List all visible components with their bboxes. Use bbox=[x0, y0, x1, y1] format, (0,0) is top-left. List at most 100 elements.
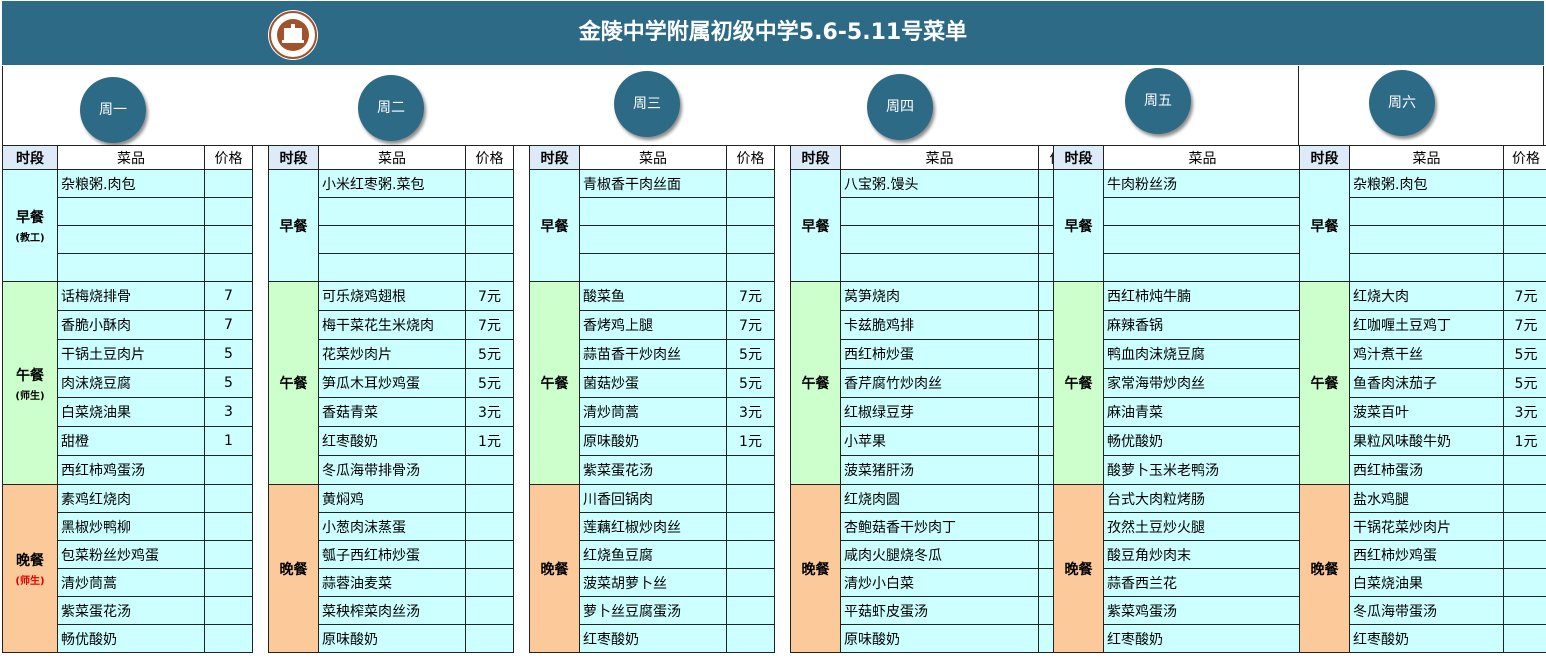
dish-cell: 紫菜蛋花汤 bbox=[579, 455, 727, 485]
dish-cell bbox=[57, 197, 205, 226]
menu-table-day-1: 时段 菜品 价格 早餐 (教工) 杂粮粥.肉包 午餐 (师生) 话梅烧排骨 7 香脆小酥肉 7 干锅土豆… bbox=[2, 145, 253, 653]
day-badge-thu: 周四 bbox=[867, 74, 933, 140]
price-cell: 3元 bbox=[465, 397, 514, 427]
dish-cell: 西红柿炒鸡蛋 bbox=[1349, 540, 1504, 569]
price-cell: 7元 bbox=[465, 310, 514, 340]
slot-lunch: 午餐 bbox=[1299, 281, 1350, 485]
dish-cell: 家常海带炒肉丝 bbox=[1103, 368, 1302, 398]
slot-sublabel: (师生) bbox=[15, 576, 45, 587]
price-cell: 7元 bbox=[726, 310, 775, 340]
price-cell bbox=[1503, 596, 1546, 625]
slot-dinner: 晚餐 (师生) bbox=[2, 484, 58, 653]
price-cell bbox=[465, 512, 514, 541]
dish-cell: 菜秧榨菜肉丝汤 bbox=[318, 596, 466, 625]
slot-breakfast: 早餐 bbox=[1299, 169, 1350, 282]
price-cell bbox=[1503, 568, 1546, 597]
dish-cell: 肉沫烧豆腐 bbox=[57, 368, 205, 398]
price-cell: 5元 bbox=[726, 339, 775, 369]
slot-lunch: 午餐 bbox=[529, 281, 580, 485]
slot-label: 晚餐 bbox=[801, 561, 830, 578]
dish-cell: 花菜炒肉片 bbox=[318, 339, 466, 369]
divider bbox=[2, 66, 3, 145]
dish-cell: 蒜香西兰花 bbox=[1103, 568, 1302, 597]
price-cell bbox=[204, 540, 253, 569]
price-cell: 5元 bbox=[1503, 339, 1546, 369]
column-header-slot: 时段 bbox=[790, 145, 841, 170]
slot-lunch: 午餐 bbox=[790, 281, 841, 485]
price-cell: 1元 bbox=[465, 426, 514, 456]
slot-lunch: 午餐 bbox=[268, 281, 319, 485]
dish-cell: 蒜蓉油麦菜 bbox=[318, 568, 466, 597]
dish-cell: 红枣酸奶 bbox=[1349, 624, 1504, 653]
slot-breakfast: 早餐 bbox=[268, 169, 319, 282]
dish-cell: 红烧大肉 bbox=[1349, 281, 1504, 311]
dish-cell: 西红柿炖牛腩 bbox=[1103, 281, 1302, 311]
dish-cell: 杂粮粥.肉包 bbox=[1349, 169, 1504, 198]
slot-dinner: 晚餐 bbox=[790, 484, 841, 653]
price-cell bbox=[204, 484, 253, 513]
dish-cell: 清炒茼蒿 bbox=[579, 397, 727, 427]
slot-label: 午餐 bbox=[1064, 376, 1093, 392]
column-header-dish: 菜品 bbox=[1103, 145, 1302, 170]
slot-breakfast: 早餐 bbox=[529, 169, 580, 282]
dish-cell: 蒜苗香干炒肉丝 bbox=[579, 339, 727, 369]
dish-cell bbox=[1103, 253, 1302, 282]
price-cell bbox=[465, 540, 514, 569]
dish-cell: 原味酸奶 bbox=[579, 426, 727, 456]
dish-cell: 菠菜百叶 bbox=[1349, 397, 1504, 427]
slot-dinner: 晚餐 bbox=[268, 484, 319, 653]
price-cell bbox=[1503, 455, 1546, 485]
dish-cell: 笋瓜木耳炒鸡蛋 bbox=[318, 368, 466, 398]
dish-cell: 西红柿鸡蛋汤 bbox=[57, 455, 205, 485]
dish-cell: 咸肉火腿烧冬瓜 bbox=[840, 540, 1039, 569]
slot-label: 午餐 bbox=[801, 376, 830, 392]
slot-breakfast: 早餐 bbox=[1053, 169, 1104, 282]
dish-cell: 西红柿蛋汤 bbox=[1349, 455, 1504, 485]
dish-cell: 甜橙 bbox=[57, 426, 205, 456]
price-cell bbox=[726, 624, 775, 653]
dish-cell: 莲藕红椒炒肉丝 bbox=[579, 512, 727, 541]
dish-cell: 香烤鸡上腿 bbox=[579, 310, 727, 340]
column-header-dish: 菜品 bbox=[1349, 145, 1504, 170]
slot-label: 午餐 bbox=[279, 376, 308, 392]
slot-label: 早餐 bbox=[16, 210, 44, 226]
slot-label: 晚餐 bbox=[1310, 561, 1339, 578]
dish-cell: 干锅花菜炒肉片 bbox=[1349, 512, 1504, 541]
dish-cell bbox=[318, 197, 466, 226]
price-cell: 5元 bbox=[1503, 368, 1546, 398]
dish-cell: 香脆小酥肉 bbox=[57, 310, 205, 340]
dish-cell: 菠菜猪肝汤 bbox=[840, 455, 1039, 485]
price-cell bbox=[204, 197, 253, 226]
dish-cell bbox=[579, 225, 727, 254]
column-header-dish: 菜品 bbox=[57, 145, 205, 170]
price-cell: 7元 bbox=[1503, 281, 1546, 311]
column-header-price: 价格 bbox=[465, 145, 514, 170]
price-cell bbox=[204, 455, 253, 485]
slot-sublabel: (师生) bbox=[15, 390, 45, 402]
dish-cell: 菌菇炒蛋 bbox=[579, 368, 727, 398]
slot-label: 早餐 bbox=[540, 218, 569, 235]
dish-cell: 清炒小白菜 bbox=[840, 568, 1039, 597]
dish-cell: 黄焖鸡 bbox=[318, 484, 466, 513]
dish-cell bbox=[579, 253, 727, 282]
price-cell bbox=[726, 540, 775, 569]
dish-cell bbox=[840, 253, 1039, 282]
dish-cell: 果粒风味酸牛奶 bbox=[1349, 426, 1504, 456]
slot-label: 晚餐 bbox=[16, 553, 44, 569]
column-header-slot: 时段 bbox=[2, 145, 58, 170]
page-title: 金陵中学附属初级中学5.6-5.11号菜单 bbox=[578, 20, 968, 45]
price-cell bbox=[1503, 624, 1546, 653]
dish-cell bbox=[318, 225, 466, 254]
slot-label: 早餐 bbox=[1064, 218, 1093, 235]
dish-cell: 包菜粉丝炒鸡蛋 bbox=[57, 540, 205, 569]
price-cell: 7元 bbox=[1503, 310, 1546, 340]
price-cell bbox=[1503, 253, 1546, 282]
dish-cell bbox=[1349, 197, 1504, 226]
price-cell: 1 bbox=[204, 426, 253, 456]
price-cell bbox=[726, 484, 775, 513]
dish-cell: 小葱肉沫蒸蛋 bbox=[318, 512, 466, 541]
price-cell bbox=[726, 568, 775, 597]
column-header-price: 价格 bbox=[726, 145, 775, 170]
price-cell bbox=[1503, 197, 1546, 226]
menu-table-day-3: 时段 菜品 价格 早餐 青椒香干肉丝面 午餐 酸菜鱼 7元 香烤鸡上腿 7元 蒜苗香干炒肉丝 5元 菌菇… bbox=[529, 145, 775, 653]
